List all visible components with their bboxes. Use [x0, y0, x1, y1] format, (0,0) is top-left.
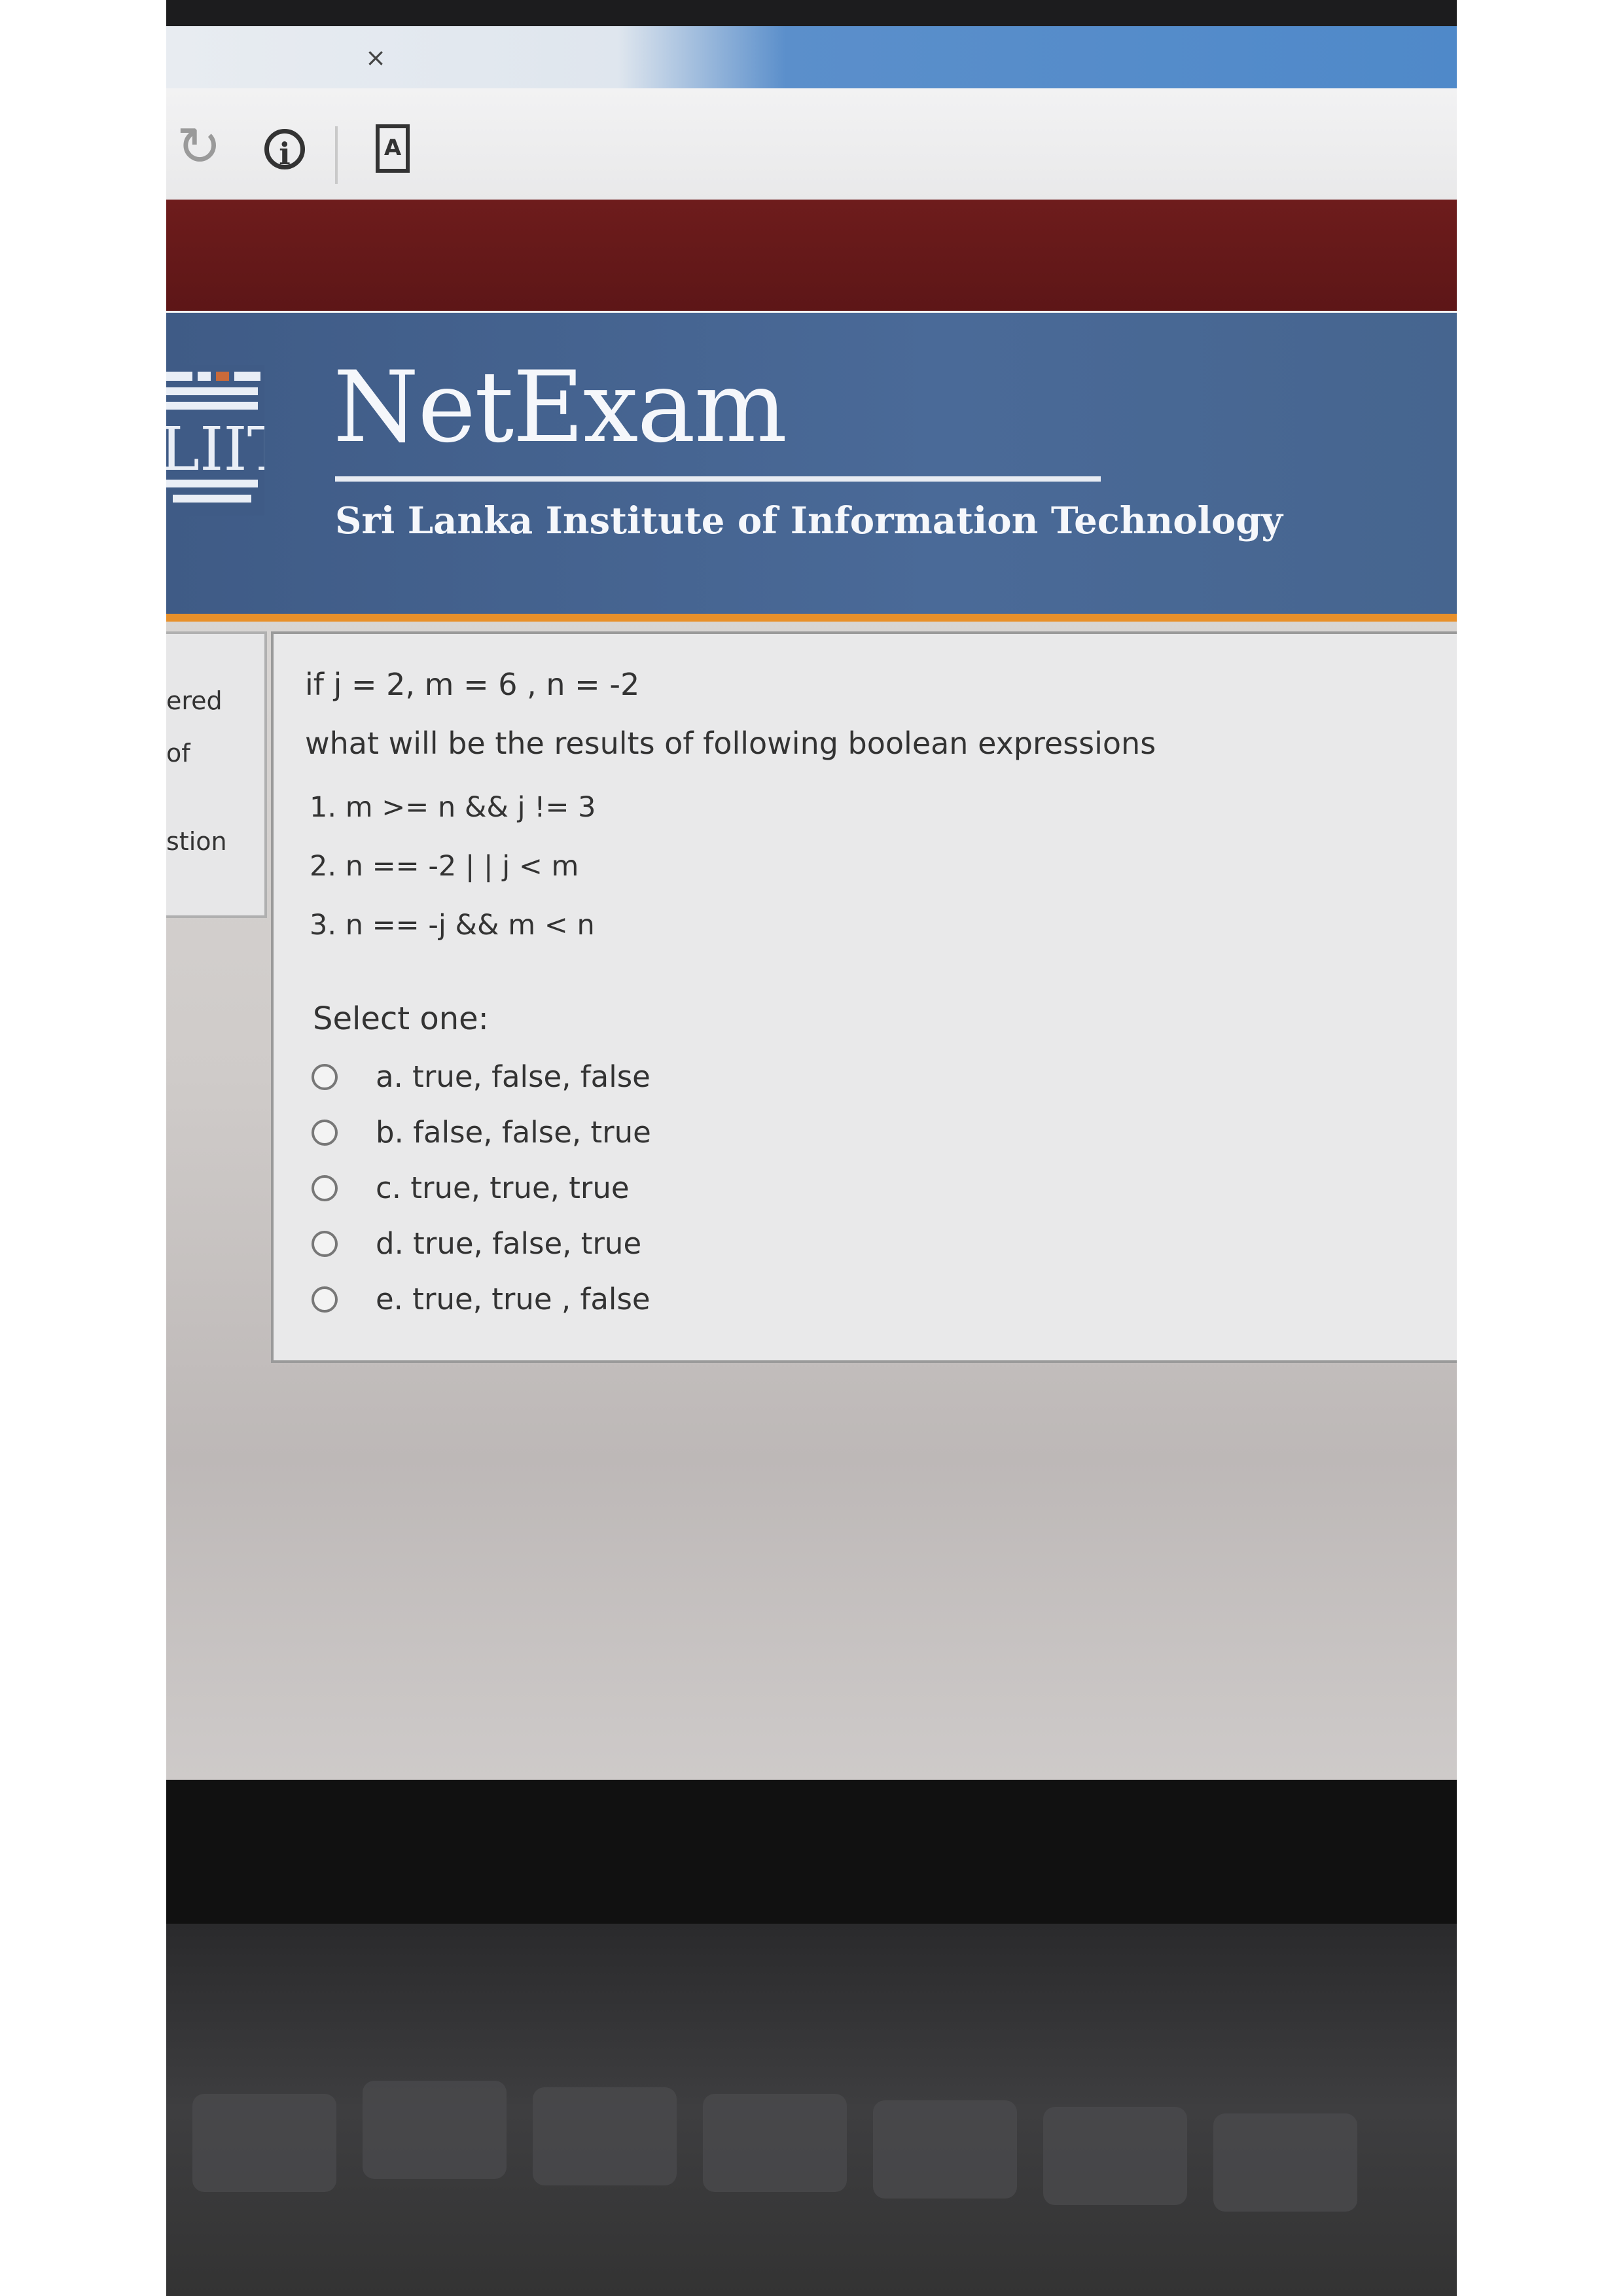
- option-label: a. true, false, false: [376, 1059, 651, 1094]
- monitor-bezel: [166, 1780, 1457, 1924]
- quiz-navigation-panel: ered of stion: [166, 631, 267, 918]
- keyboard-key: [1213, 2113, 1357, 2212]
- radio-button[interactable]: [312, 1119, 338, 1146]
- expression-2: 2. n == -2 | | j < m: [310, 850, 579, 883]
- nav-text-question[interactable]: stion: [166, 827, 227, 856]
- tab-strip: ×: [166, 26, 1457, 88]
- keyboard-key: [533, 2087, 677, 2185]
- option-label: b. false, false, true: [376, 1115, 651, 1150]
- radio-button[interactable]: [312, 1230, 338, 1257]
- expression-3: 3. n == -j && m < n: [310, 909, 595, 942]
- option-b[interactable]: b. false, false, true: [312, 1115, 651, 1150]
- radio-button[interactable]: [312, 1063, 338, 1090]
- tab-close-icon[interactable]: ×: [363, 44, 389, 71]
- keyboard-key: [873, 2100, 1017, 2199]
- nav-text-of: of: [166, 739, 190, 768]
- top-band: [166, 200, 1457, 317]
- radio-button[interactable]: [312, 1286, 338, 1313]
- brand-title: NetExam: [333, 351, 787, 465]
- option-label: d. true, false, true: [376, 1226, 642, 1261]
- option-d[interactable]: d. true, false, true: [312, 1226, 641, 1261]
- option-c[interactable]: c. true, true, true: [312, 1171, 630, 1205]
- option-label: c. true, true, true: [376, 1171, 630, 1205]
- toolbar-divider: [335, 126, 338, 184]
- question-card: if j = 2, m = 6 , n = -2 what will be th…: [271, 631, 1457, 1363]
- nav-text-answered: ered: [166, 686, 223, 715]
- keyboard-key: [703, 2094, 847, 2192]
- select-one-label: Select one:: [313, 1000, 489, 1037]
- option-e[interactable]: e. true, true , false: [312, 1282, 651, 1316]
- brand-subtitle: Sri Lanka Institute of Information Techn…: [335, 499, 1283, 542]
- keyboard-key: [1043, 2107, 1187, 2205]
- expression-1: 1. m >= n && j != 3: [310, 791, 596, 824]
- option-label: e. true, true , false: [376, 1282, 651, 1316]
- question-given: if j = 2, m = 6 , n = -2: [305, 667, 640, 702]
- brand-divider: [335, 476, 1101, 482]
- sliit-logo: LIIT: [166, 365, 264, 516]
- page-icon[interactable]: A: [376, 124, 410, 173]
- reload-icon[interactable]: ↻: [173, 120, 225, 174]
- photo-frame: × ↻ i A LIIT NetExam: [166, 0, 1457, 2296]
- site-header: LIIT NetExam Sri Lanka Institute of Info…: [166, 313, 1457, 622]
- info-icon[interactable]: i: [264, 129, 305, 171]
- svg-text:LIIT: LIIT: [166, 414, 264, 484]
- question-prompt: what will be the results of following bo…: [305, 726, 1156, 761]
- keyboard-key: [363, 2081, 507, 2179]
- browser-window: × ↻ i A LIIT NetExam: [166, 26, 1457, 1937]
- browser-toolbar: ↻ i A: [166, 88, 1457, 200]
- option-a[interactable]: a. true, false, false: [312, 1059, 651, 1094]
- radio-button[interactable]: [312, 1174, 338, 1201]
- keyboard-key: [192, 2094, 336, 2192]
- keyboard: [166, 1924, 1457, 2296]
